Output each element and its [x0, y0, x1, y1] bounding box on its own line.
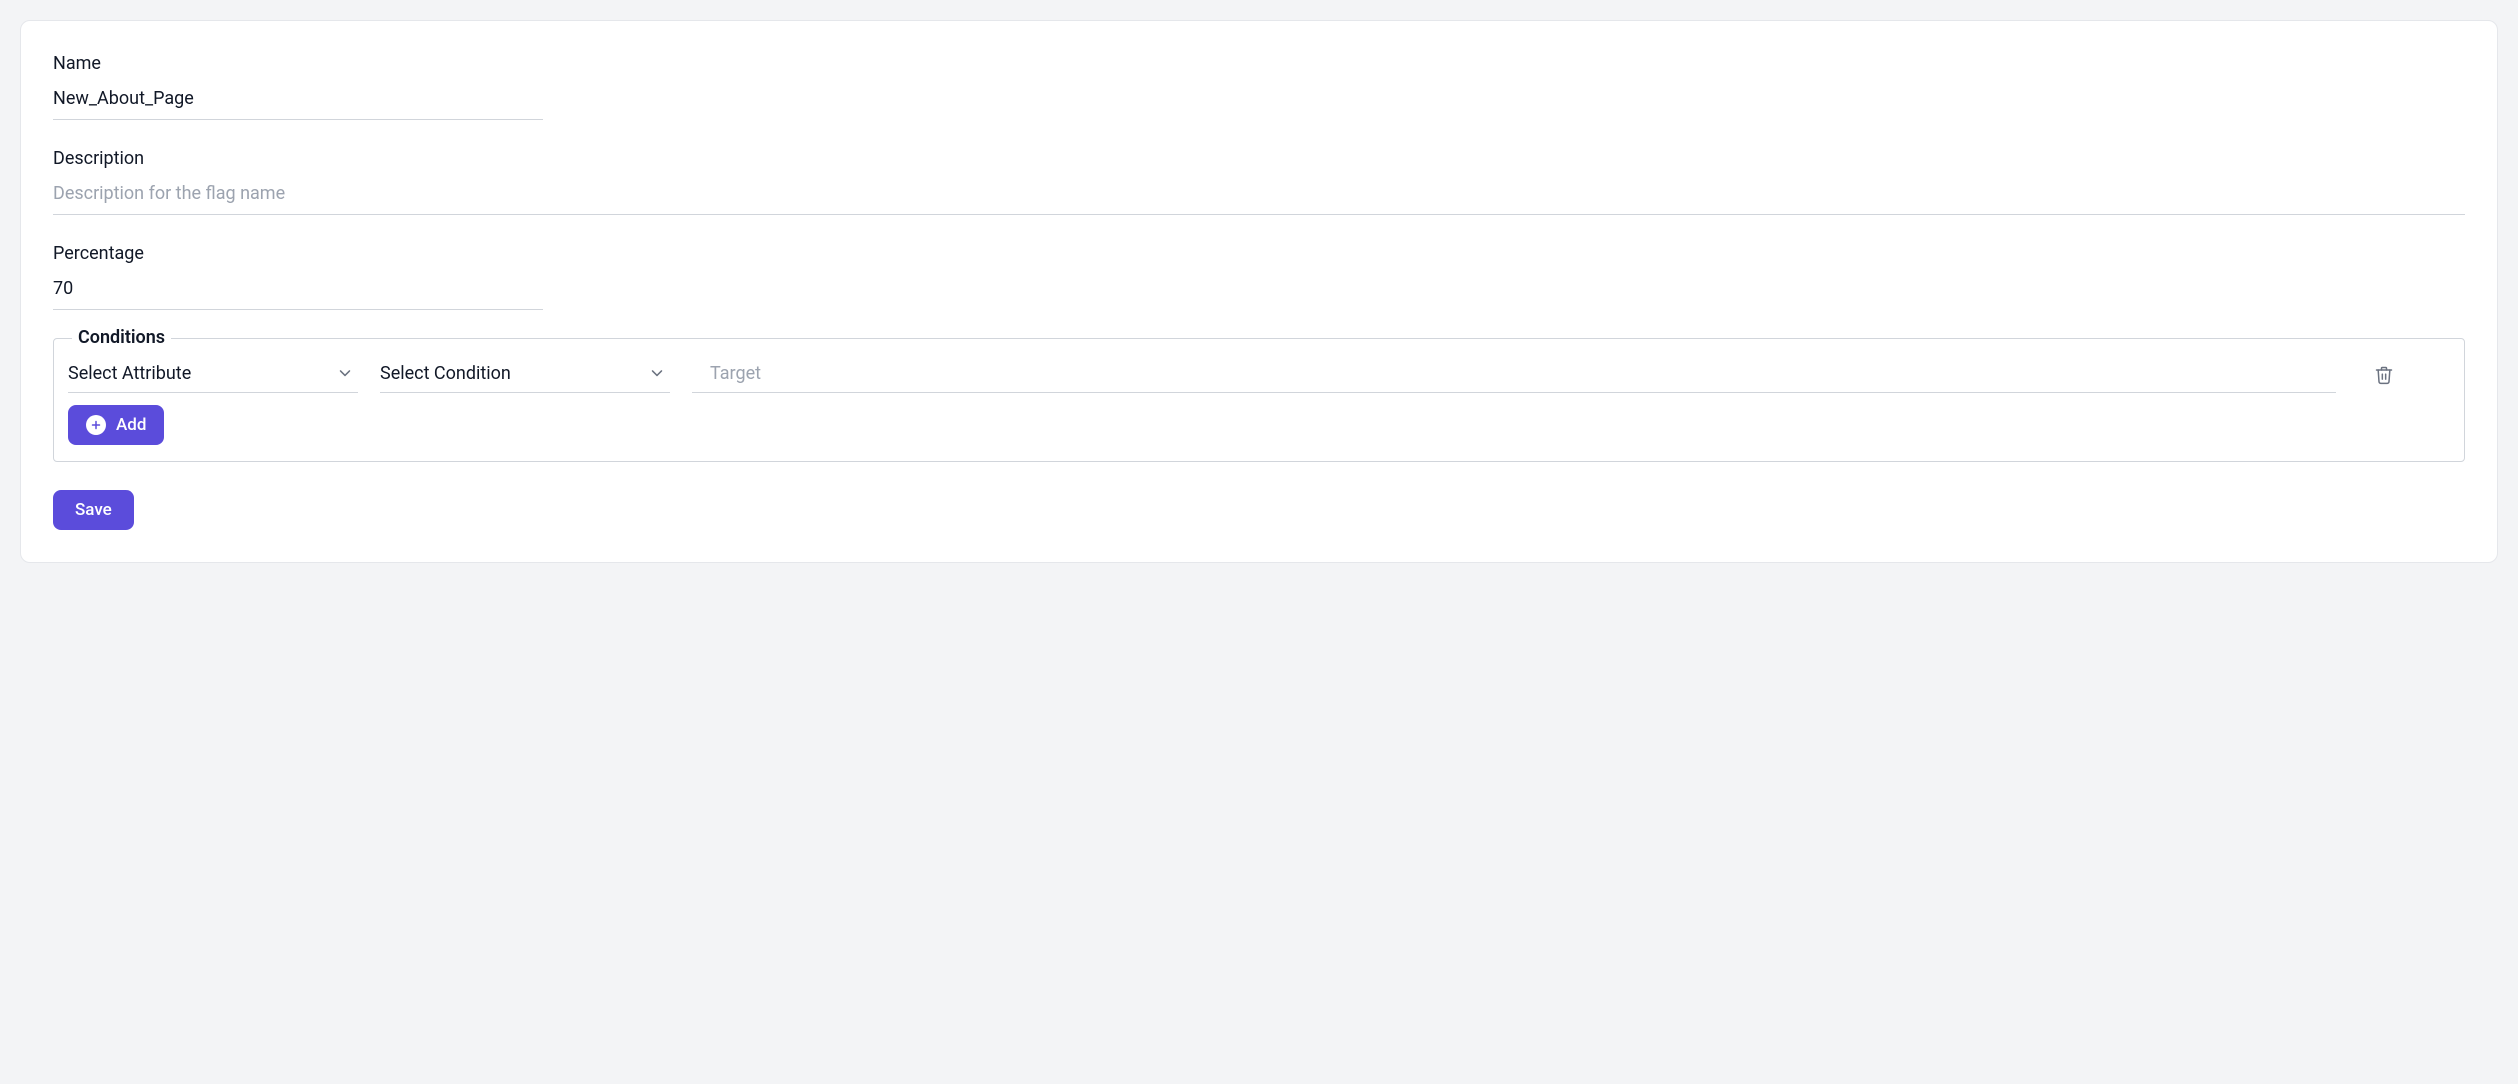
- percentage-input[interactable]: [53, 272, 543, 310]
- add-button-label: Add: [116, 415, 146, 435]
- chevron-down-icon: [336, 364, 354, 382]
- delete-condition-button[interactable]: [2368, 359, 2400, 391]
- save-button-label: Save: [75, 500, 112, 520]
- description-label: Description: [53, 148, 2465, 169]
- attribute-select[interactable]: Select Attribute: [68, 357, 358, 393]
- percentage-field: Percentage: [53, 243, 2465, 310]
- conditions-legend: Conditions: [72, 327, 171, 348]
- save-button[interactable]: Save: [53, 490, 134, 530]
- plus-circle-icon: [86, 415, 106, 435]
- flag-form-card: Name Description Percentage Conditions S…: [20, 20, 2498, 563]
- condition-select[interactable]: Select Condition: [380, 357, 670, 393]
- condition-select-value: Select Condition: [380, 363, 511, 384]
- conditions-fieldset: Conditions Select Attribute Select Condi…: [53, 338, 2465, 462]
- chevron-down-icon: [648, 364, 666, 382]
- description-field: Description: [53, 148, 2465, 215]
- percentage-label: Percentage: [53, 243, 2465, 264]
- condition-row: Select Attribute Select Condition: [68, 357, 2450, 393]
- name-field: Name: [53, 53, 2465, 120]
- description-input[interactable]: [53, 177, 2465, 215]
- target-input[interactable]: [692, 357, 2336, 393]
- name-label: Name: [53, 53, 2465, 74]
- trash-icon: [2374, 365, 2394, 385]
- name-input[interactable]: [53, 82, 543, 120]
- add-condition-button[interactable]: Add: [68, 405, 164, 445]
- attribute-select-value: Select Attribute: [68, 363, 191, 384]
